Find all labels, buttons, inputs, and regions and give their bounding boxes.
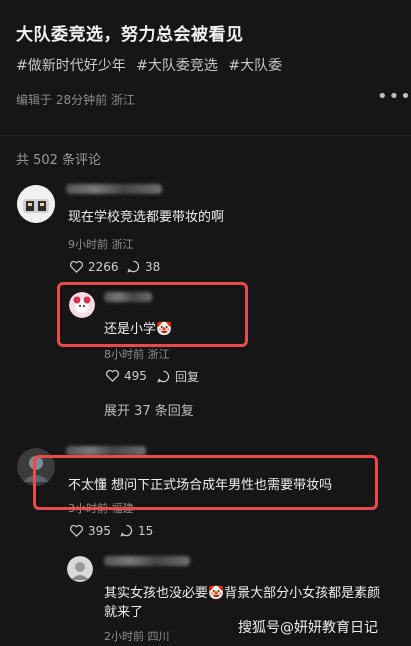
- expand-replies-button[interactable]: 展开 37 条回复: [104, 400, 194, 419]
- avatar[interactable]: [17, 185, 55, 223]
- reply-time: 8小时前 浙江: [104, 348, 170, 361]
- tag-link[interactable]: #做新时代好少年: [16, 58, 126, 74]
- reply-time: 2小时前 四川: [104, 630, 170, 643]
- comment-bubble-icon: [127, 260, 140, 273]
- reply-count: 15: [138, 523, 154, 538]
- divider: [0, 135, 411, 136]
- reply-count-button[interactable]: 15: [119, 523, 153, 538]
- username-blurred[interactable]: [66, 184, 162, 194]
- highlight-box: [33, 455, 378, 510]
- reply-text-line1: 其实女孩也没必要🤡背景大部分小女孩都是素颜: [104, 586, 381, 601]
- reply-count: 38: [145, 259, 161, 274]
- comment-time: 9小时前 浙江: [68, 238, 134, 251]
- tag-link[interactable]: #大队委竞选: [136, 58, 218, 74]
- reply-text-line2: 就来了: [104, 605, 144, 620]
- tag-link[interactable]: #大队委: [228, 58, 282, 74]
- like-button[interactable]: 2266: [69, 259, 119, 274]
- avatar[interactable]: [67, 556, 93, 582]
- more-options-icon[interactable]: •••: [377, 86, 411, 107]
- highlight-box: [57, 282, 248, 347]
- heart-icon: [70, 524, 83, 537]
- heart-icon: [70, 260, 83, 273]
- like-button[interactable]: 395: [69, 523, 111, 538]
- comment-bubble-icon: [120, 524, 133, 537]
- heart-icon: [106, 369, 119, 382]
- reply-count-button[interactable]: 38: [126, 259, 160, 274]
- username-blurred[interactable]: [104, 556, 190, 566]
- post-tags: #做新时代好少年 #大队委竞选 #大队委: [16, 55, 288, 75]
- like-count: 395: [88, 523, 111, 538]
- reply-label: 回复: [175, 370, 200, 384]
- like-count: 495: [124, 368, 147, 383]
- like-count: 2266: [88, 259, 119, 274]
- watermark: 搜狐号@妍妍教育日记: [238, 620, 378, 636]
- post-meta: 编辑于 28分钟前 浙江: [16, 93, 135, 107]
- like-button[interactable]: 495: [105, 368, 147, 383]
- comment-text: 现在学校竞选都要带妆的啊: [68, 210, 225, 225]
- comment-bubble-icon: [157, 370, 170, 383]
- post-title: 大队委竞选，努力总会被看见: [16, 25, 244, 45]
- reply-button[interactable]: 回复: [156, 368, 199, 385]
- comment-count: 共 502 条评论: [16, 153, 102, 168]
